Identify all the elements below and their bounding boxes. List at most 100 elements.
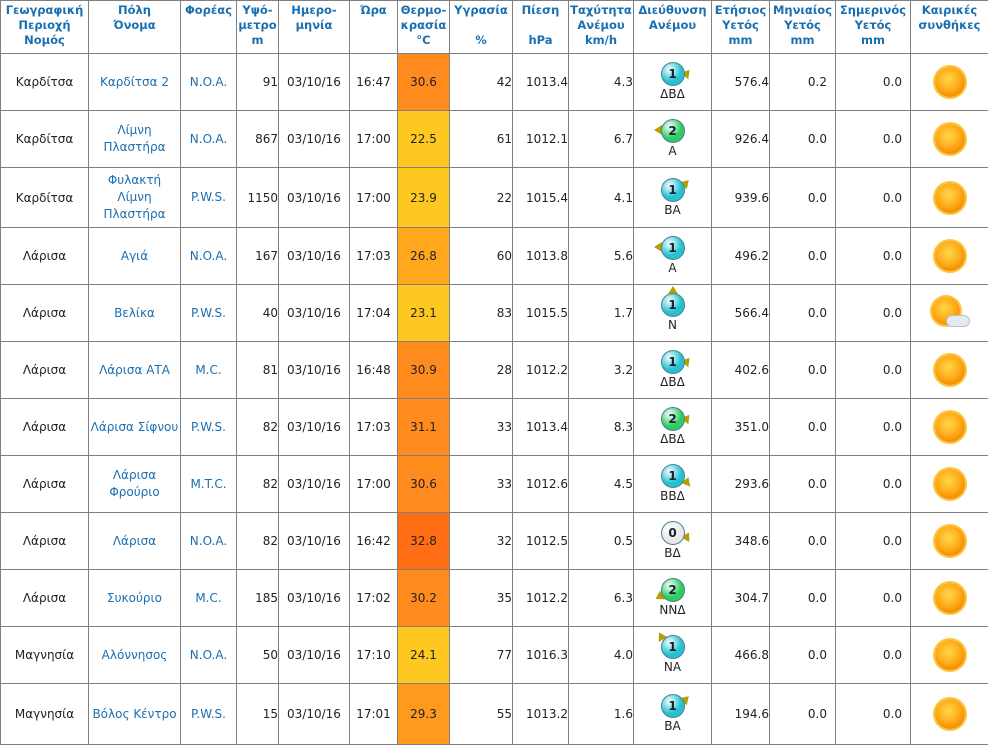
date-cell: 03/10/16 — [278, 455, 350, 513]
humidity-cell: 60 — [449, 227, 513, 285]
agency-link[interactable]: M.C. — [180, 569, 237, 627]
sun-icon — [934, 355, 965, 385]
monthly-rain-cell: 0.0 — [769, 398, 836, 456]
beaufort-ball-icon: 2 — [660, 578, 685, 602]
altitude-cell: 167 — [236, 227, 279, 285]
station-link[interactable]: Καρδίτσα 2 — [88, 53, 181, 111]
wind-direction-cell: 1 ΒΑ — [633, 683, 712, 745]
col-header-pressure[interactable]: Πίεση hPa — [512, 0, 569, 54]
wind-direction-cell: 1 ΝΑ — [633, 626, 712, 684]
region-cell: Λάρισα — [0, 512, 89, 570]
region-cell: Λάρισα — [0, 284, 89, 342]
col-header-time[interactable]: Ώρα — [349, 0, 398, 54]
temperature-cell: 23.9 — [397, 167, 450, 228]
station-link[interactable]: Λίμνη Πλαστήρα — [88, 110, 181, 168]
wind-speed-cell: 3.2 — [568, 341, 634, 399]
col-header-humidity[interactable]: Υγρασία% — [449, 0, 513, 54]
today-rain-cell: 0.0 — [835, 227, 911, 285]
date-cell: 03/10/16 — [278, 569, 350, 627]
table-row: Λάρισα Λάρισα N.O.A. 82 03/10/16 16:42 3… — [0, 512, 988, 570]
yearly-rain-cell: 939.6 — [711, 167, 770, 228]
monthly-rain-cell: 0.0 — [769, 284, 836, 342]
region-cell: Καρδίτσα — [0, 53, 89, 111]
station-link[interactable]: Λάρισα Σίφνου — [88, 398, 181, 456]
col-header-city[interactable]: Πόλη Όνομα — [88, 0, 181, 54]
yearly-rain-cell: 566.4 — [711, 284, 770, 342]
col-header-wind-direction[interactable]: Διεύθυνση Ανέμου — [633, 0, 712, 54]
region-cell: Λάρισα — [0, 398, 89, 456]
sun-icon — [934, 412, 965, 442]
region-cell: Καρδίτσα — [0, 167, 89, 228]
humidity-cell: 33 — [449, 455, 513, 513]
region-cell: Λάρισα — [0, 455, 89, 513]
beaufort-ball-icon: 0 — [660, 521, 685, 545]
station-link[interactable]: Βόλος Κέντρο — [88, 683, 181, 745]
temperature-cell: 24.1 — [397, 626, 450, 684]
agency-link[interactable]: N.O.A. — [180, 53, 237, 111]
time-cell: 17:01 — [349, 683, 398, 745]
station-link[interactable]: Φυλακτή Λίμνη Πλαστήρα — [88, 167, 181, 228]
time-cell: 17:00 — [349, 455, 398, 513]
agency-link[interactable]: N.O.A. — [180, 110, 237, 168]
wind-direction-label: ΔΒΔ — [660, 375, 685, 389]
station-link[interactable]: Βελίκα — [88, 284, 181, 342]
altitude-cell: 867 — [236, 110, 279, 168]
agency-link[interactable]: P.W.S. — [180, 683, 237, 745]
wind-direction-label: ΒΒΔ — [660, 489, 685, 503]
col-header-today-rain[interactable]: Σημερινός Υετός mm — [835, 0, 911, 54]
agency-link[interactable]: N.O.A. — [180, 227, 237, 285]
station-link[interactable]: Αγιά — [88, 227, 181, 285]
temperature-cell: 23.1 — [397, 284, 450, 342]
table-row: Καρδίτσα Καρδίτσα 2 N.O.A. 91 03/10/16 1… — [0, 53, 988, 111]
station-link[interactable]: Λάρισα — [88, 512, 181, 570]
weather-conditions-cell — [910, 167, 988, 228]
station-link[interactable]: Συκούριο — [88, 569, 181, 627]
wind-speed-cell: 6.3 — [568, 569, 634, 627]
col-header-altitude[interactable]: Υψό-μετρο m — [236, 0, 279, 54]
col-header-yearly-rain[interactable]: Ετήσιος Υετός mm — [711, 0, 770, 54]
table-row: Λάρισα Λάρισα Φρούριο M.T.C. 82 03/10/16… — [0, 455, 988, 513]
col-header-date[interactable]: Ημερο-μηνία — [278, 0, 350, 54]
today-rain-cell: 0.0 — [835, 626, 911, 684]
col-header-agency[interactable]: Φορέας — [180, 0, 237, 54]
yearly-rain-cell: 351.0 — [711, 398, 770, 456]
humidity-cell: 22 — [449, 167, 513, 228]
humidity-cell: 83 — [449, 284, 513, 342]
col-header-temperature[interactable]: Θερμο-κρασία °C — [397, 0, 450, 54]
yearly-rain-cell: 293.6 — [711, 455, 770, 513]
altitude-cell: 91 — [236, 53, 279, 111]
agency-link[interactable]: P.W.S. — [180, 398, 237, 456]
agency-link[interactable]: N.O.A. — [180, 512, 237, 570]
wind-speed-cell: 4.3 — [568, 53, 634, 111]
wind-direction-label: ΝΝΔ — [659, 603, 686, 617]
col-header-wind-speed[interactable]: Ταχύτητα Ανέμου km/h — [568, 0, 634, 54]
station-link[interactable]: Λάρισα ΑΤΑ — [88, 341, 181, 399]
wind-direction-cell: 2 ΝΝΔ — [633, 569, 712, 627]
col-header-conditions[interactable]: Καιρικές συνθήκες — [910, 0, 988, 54]
monthly-rain-cell: 0.2 — [769, 53, 836, 111]
sun-icon — [934, 124, 965, 154]
agency-link[interactable]: M.C. — [180, 341, 237, 399]
col-header-region[interactable]: Γεωγραφική Περιοχή Νομός — [0, 0, 89, 54]
station-link[interactable]: Λάρισα Φρούριο — [88, 455, 181, 513]
agency-link[interactable]: M.T.C. — [180, 455, 237, 513]
time-cell: 17:03 — [349, 398, 398, 456]
col-header-monthly-rain[interactable]: Μηνιαίος Υετός mm — [769, 0, 836, 54]
agency-link[interactable]: P.W.S. — [180, 167, 237, 228]
pressure-cell: 1013.8 — [512, 227, 569, 285]
pressure-cell: 1013.4 — [512, 398, 569, 456]
altitude-cell: 82 — [236, 512, 279, 570]
wind-speed-cell: 0.5 — [568, 512, 634, 570]
agency-link[interactable]: N.O.A. — [180, 626, 237, 684]
table-row: Μαγνησία Αλόννησος N.O.A. 50 03/10/16 17… — [0, 626, 988, 684]
station-link[interactable]: Αλόννησος — [88, 626, 181, 684]
table-row: Λάρισα Λάρισα Σίφνου P.W.S. 82 03/10/16 … — [0, 398, 988, 456]
today-rain-cell: 0.0 — [835, 284, 911, 342]
time-cell: 17:02 — [349, 569, 398, 627]
monthly-rain-cell: 0.0 — [769, 167, 836, 228]
temperature-cell: 30.6 — [397, 455, 450, 513]
beaufort-ball-icon: 1 — [660, 236, 685, 260]
agency-link[interactable]: P.W.S. — [180, 284, 237, 342]
weather-conditions-cell — [910, 110, 988, 168]
today-rain-cell: 0.0 — [835, 512, 911, 570]
